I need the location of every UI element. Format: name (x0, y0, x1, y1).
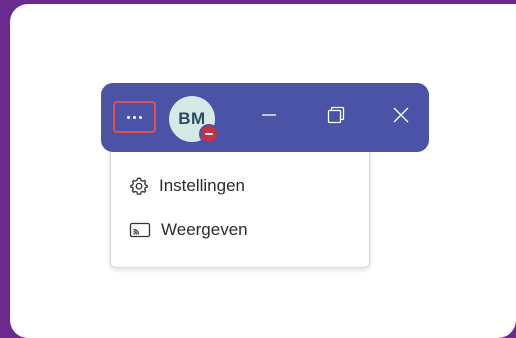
title-bar: BM (101, 83, 429, 152)
more-options-button[interactable] (113, 101, 156, 133)
gear-icon (129, 176, 149, 196)
overflow-menu: Instellingen Weergeven (110, 132, 370, 268)
more-options-icon (127, 115, 130, 119)
minimize-button[interactable] (253, 101, 285, 133)
cast-screen-icon (129, 221, 151, 239)
presence-busy-icon (199, 124, 219, 144)
close-icon (391, 105, 411, 130)
menu-item-label: Weergeven (161, 220, 248, 239)
more-options-dot (139, 115, 142, 119)
restore-icon (326, 105, 346, 130)
more-options-dot (133, 115, 136, 119)
minimize-icon (260, 106, 278, 129)
restore-button[interactable] (320, 101, 352, 133)
menu-item-settings[interactable]: Instellingen (129, 169, 245, 203)
menu-item-view[interactable]: Weergeven (129, 213, 248, 247)
presence-bar (205, 133, 213, 135)
close-button[interactable] (385, 101, 417, 133)
menu-item-label: Instellingen (159, 176, 246, 195)
